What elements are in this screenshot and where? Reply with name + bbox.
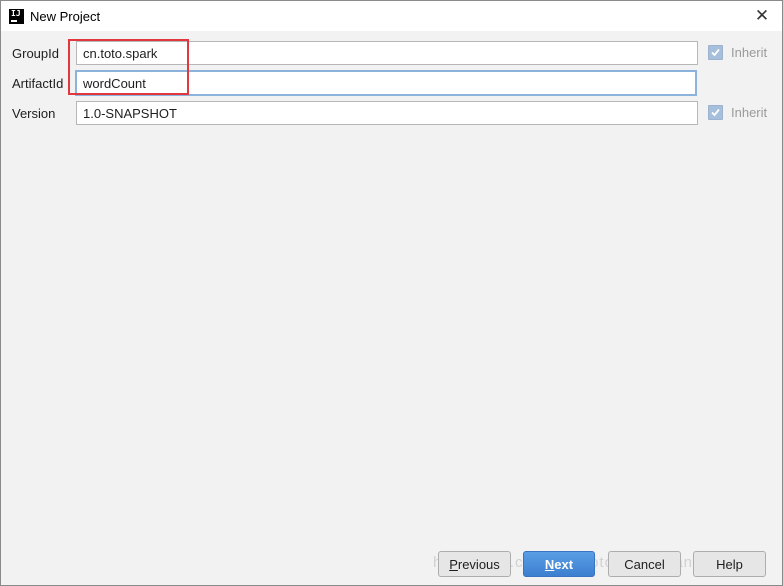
group-id-inherit-checkbox[interactable] — [708, 45, 723, 60]
group-id-label: GroupId — [12, 46, 59, 61]
version-row: Version Inherit — [1, 101, 782, 127]
artifact-id-input[interactable] — [75, 70, 697, 96]
group-id-input[interactable] — [76, 41, 698, 65]
group-id-inherit[interactable]: Inherit — [708, 45, 767, 60]
title-bar: IJ New Project ✕ — [1, 1, 782, 31]
new-project-dialog: IJ New Project ✕ GroupId Inherit Artifac… — [0, 0, 783, 586]
previous-button[interactable]: Previous — [438, 551, 511, 577]
previous-mnemonic: P — [449, 556, 458, 572]
group-id-inherit-label: Inherit — [731, 45, 768, 60]
next-mnemonic: N — [544, 556, 555, 572]
window-title: New Project — [30, 8, 101, 24]
dialog-content: GroupId Inherit ArtifactId Version — [1, 32, 782, 585]
version-inherit-checkbox[interactable] — [708, 105, 723, 120]
next-label: ext — [554, 556, 574, 572]
version-label: Version — [12, 106, 56, 121]
group-id-row: GroupId Inherit — [1, 41, 782, 67]
checkmark-icon — [711, 48, 720, 57]
intellij-app-icon: IJ — [9, 8, 24, 24]
version-inherit[interactable]: Inherit — [708, 105, 767, 120]
artifact-id-label: ArtifactId — [12, 76, 64, 91]
close-button[interactable]: ✕ — [750, 4, 774, 28]
cancel-button[interactable]: Cancel — [608, 551, 681, 577]
help-button[interactable]: Help — [693, 551, 766, 577]
version-inherit-label: Inherit — [731, 105, 768, 120]
artifact-id-row: ArtifactId — [1, 70, 782, 97]
close-icon: ✕ — [754, 6, 770, 25]
next-button[interactable]: Next — [523, 551, 595, 577]
previous-label: revious — [457, 556, 500, 572]
button-bar: Previous Next Cancel Help — [1, 551, 782, 579]
version-input[interactable] — [76, 101, 698, 125]
checkmark-icon — [711, 108, 720, 117]
